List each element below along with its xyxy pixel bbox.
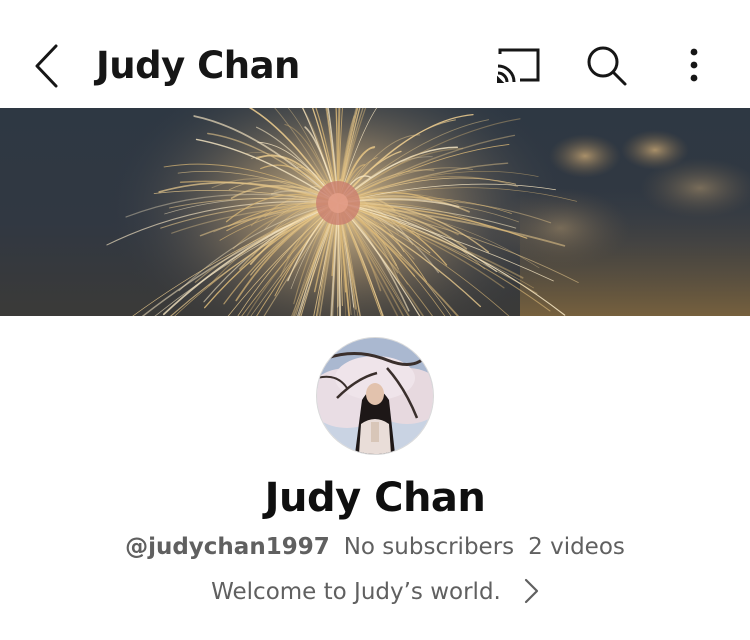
more-options-button[interactable]: [670, 42, 720, 90]
channel-description-link[interactable]: Welcome to Judy’s world.: [0, 574, 750, 610]
cast-button[interactable]: [494, 42, 544, 90]
fireworks-banner-image: [106, 108, 750, 316]
page-title: Judy Chan: [96, 44, 300, 87]
app-bar: Judy Chan: [0, 0, 750, 108]
avatar-image: [317, 338, 433, 454]
chevron-right-icon: [523, 578, 539, 604]
back-icon: [35, 44, 58, 88]
channel-description: Welcome to Judy’s world.: [211, 579, 501, 605]
search-button[interactable]: [582, 42, 632, 90]
channel-meta: @judychan1997 No subscribers 2 videos: [0, 530, 750, 564]
cast-icon: [497, 48, 540, 83]
video-count: 2 videos: [528, 534, 625, 560]
more-vert-icon: [690, 48, 698, 82]
back-button[interactable]: [26, 40, 70, 92]
channel-avatar[interactable]: [317, 338, 433, 454]
channel-handle: @judychan1997: [125, 534, 330, 560]
search-icon: [587, 46, 627, 86]
channel-banner: [0, 108, 750, 316]
channel-name: Judy Chan: [264, 475, 486, 521]
subscriber-count: No subscribers: [343, 534, 515, 560]
